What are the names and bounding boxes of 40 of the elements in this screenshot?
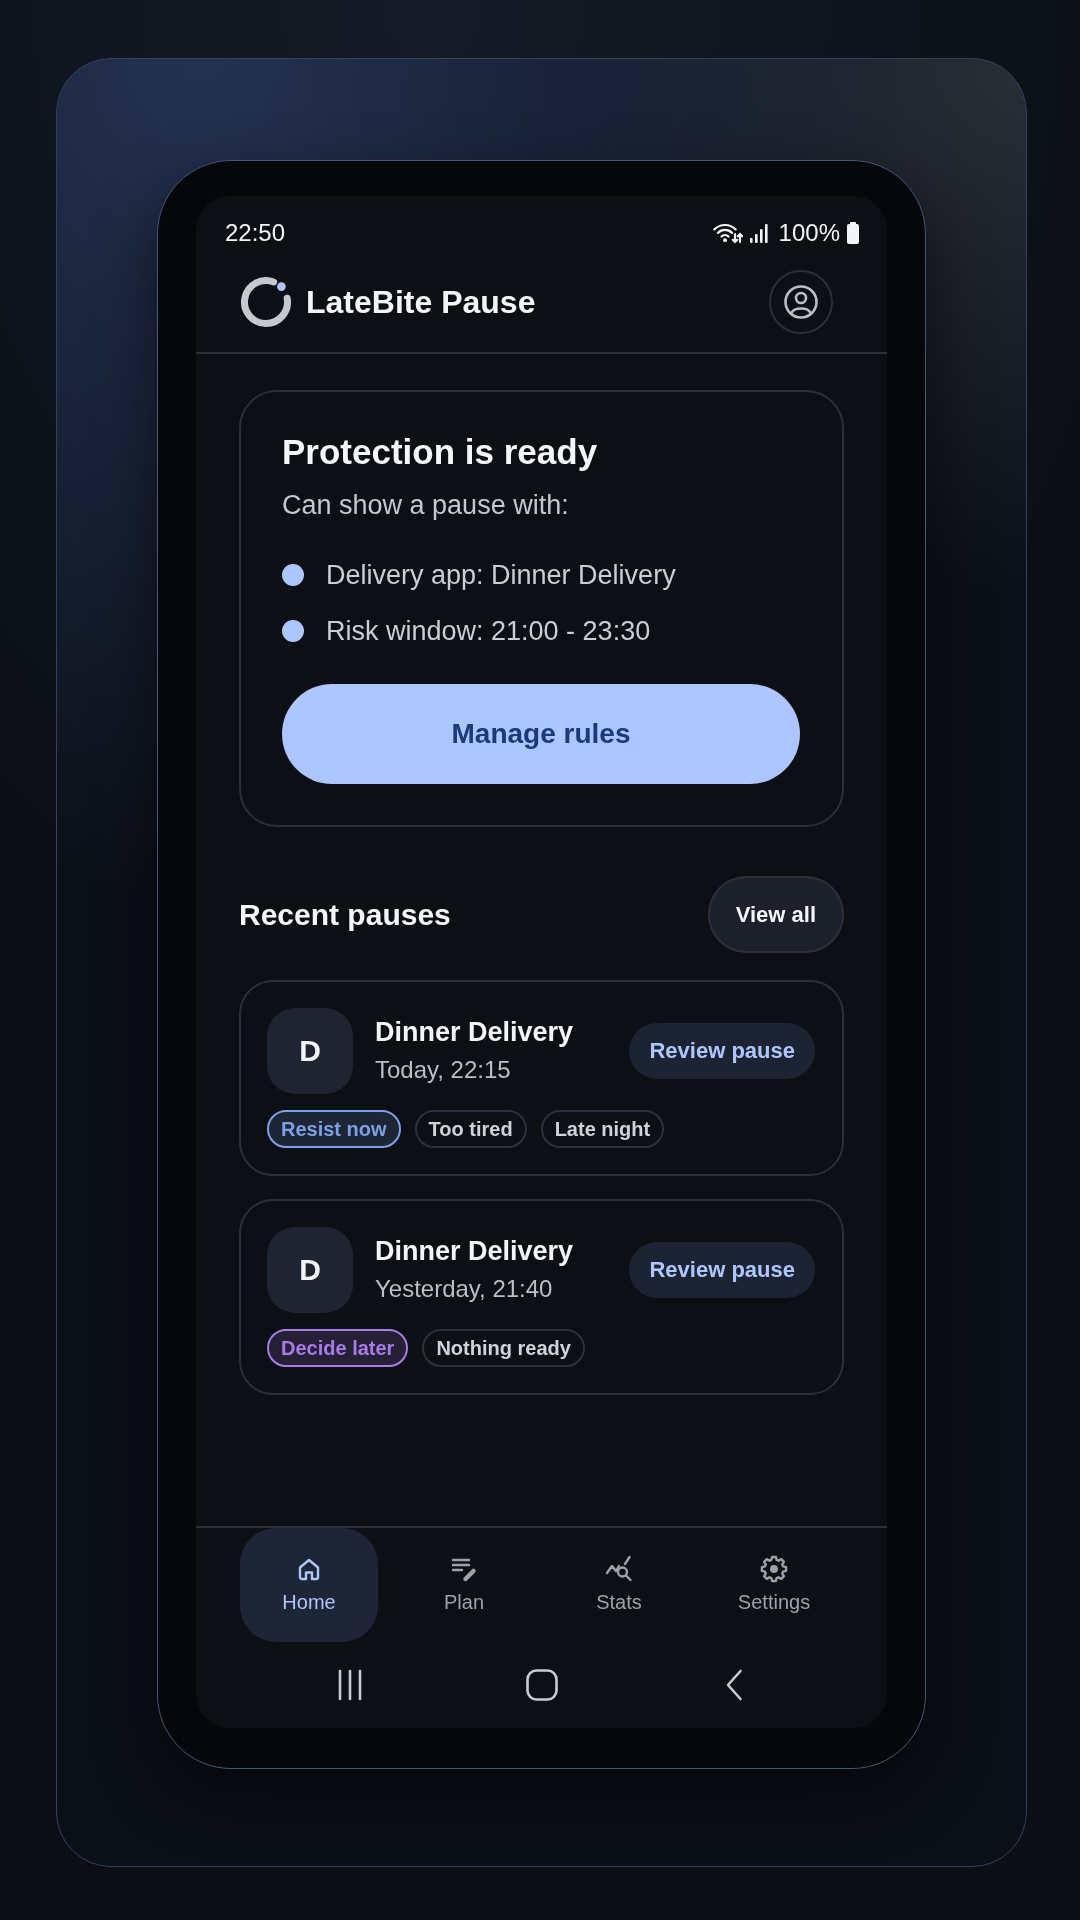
wifi-icon [712,222,743,244]
battery-percent: 100% [778,219,840,247]
settings-icon [760,1554,788,1583]
tag-chip: Late night [540,1110,665,1148]
ring-logo-icon [240,276,292,328]
pause-time: Yesterday, 21:40 [375,1274,553,1304]
app-initial-avatar: D [267,1227,353,1313]
section-title: Recent pauses [239,896,451,933]
chart-search-icon [605,1554,633,1583]
app-title: LateBite Pause [306,283,536,322]
bullet-icon [282,564,304,586]
signal-icon [748,223,769,243]
tag-chip: Too tired [414,1110,527,1148]
nav-tab[interactable]: Home [240,1528,378,1642]
manage-rules-button[interactable]: Manage rules [282,684,800,784]
pause-time: Today, 22:15 [375,1055,511,1085]
nav-tab[interactable]: Stats [550,1528,688,1642]
review-pause-button[interactable]: Review pause [629,1242,815,1298]
battery-icon [846,222,860,244]
home-square-icon[interactable] [525,1669,558,1701]
back-chevron-icon[interactable] [724,1669,743,1701]
card-title: Protection is ready [282,431,599,473]
status-time: 22:50 [225,219,286,247]
tag-chip: Decide later [267,1329,409,1367]
condition-text: Risk window: 21:00 - 23:30 [326,615,651,648]
nav-tab[interactable]: Plan [395,1528,533,1642]
profile-button[interactable] [769,270,833,334]
profile-icon [783,284,819,320]
app-initial-avatar: D [267,1008,353,1094]
card-subtitle: Can show a pause with: [282,489,570,522]
pause-app-name: Dinner Delivery [375,1235,574,1268]
tag-chip: Resist now [267,1110,401,1148]
pause-app-name: Dinner Delivery [375,1016,574,1049]
review-pause-button[interactable]: Review pause [629,1023,815,1079]
nav-tab[interactable]: Settings [705,1528,843,1642]
tag-chip: Nothing ready [422,1329,585,1367]
recent-apps-icon[interactable] [336,1669,363,1701]
view-all-button[interactable]: View all [707,876,844,953]
condition-text: Delivery app: Dinner Delivery [326,559,676,592]
bullet-icon [282,620,304,642]
